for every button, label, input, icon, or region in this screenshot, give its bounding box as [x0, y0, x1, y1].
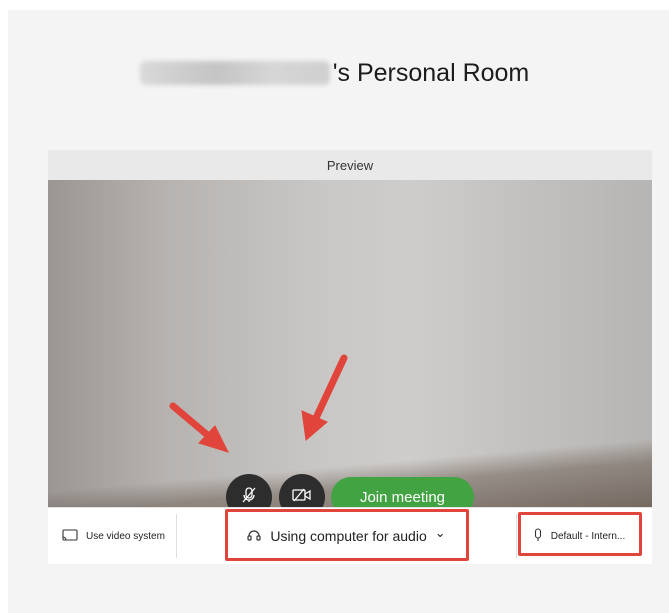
- cast-icon: [62, 528, 86, 544]
- preview-panel: Preview Join meeting Use video system Us…: [48, 150, 652, 564]
- top-edge: [8, 0, 669, 10]
- join-meeting-button[interactable]: Join meeting: [331, 477, 474, 507]
- video-button[interactable]: [279, 474, 325, 507]
- room-title-suffix: 's Personal Room: [332, 58, 530, 87]
- divider: [176, 514, 177, 558]
- highlight-box-audio: [225, 509, 469, 561]
- video-off-icon: [291, 486, 313, 508]
- use-video-system-label: Use video system: [86, 530, 165, 542]
- divider: [516, 514, 517, 558]
- microphone-muted-icon: [239, 485, 259, 508]
- preview-header-label: Preview: [326, 157, 374, 173]
- mute-button[interactable]: [226, 474, 272, 507]
- use-video-system-button[interactable]: Use video system: [62, 508, 165, 564]
- blurred-host-name: [139, 61, 330, 85]
- camera-preview: Join meeting: [48, 180, 652, 507]
- highlight-box-microphone: [518, 512, 642, 556]
- room-title: 's Personal Room: [0, 55, 669, 91]
- preview-header: Preview: [48, 150, 652, 180]
